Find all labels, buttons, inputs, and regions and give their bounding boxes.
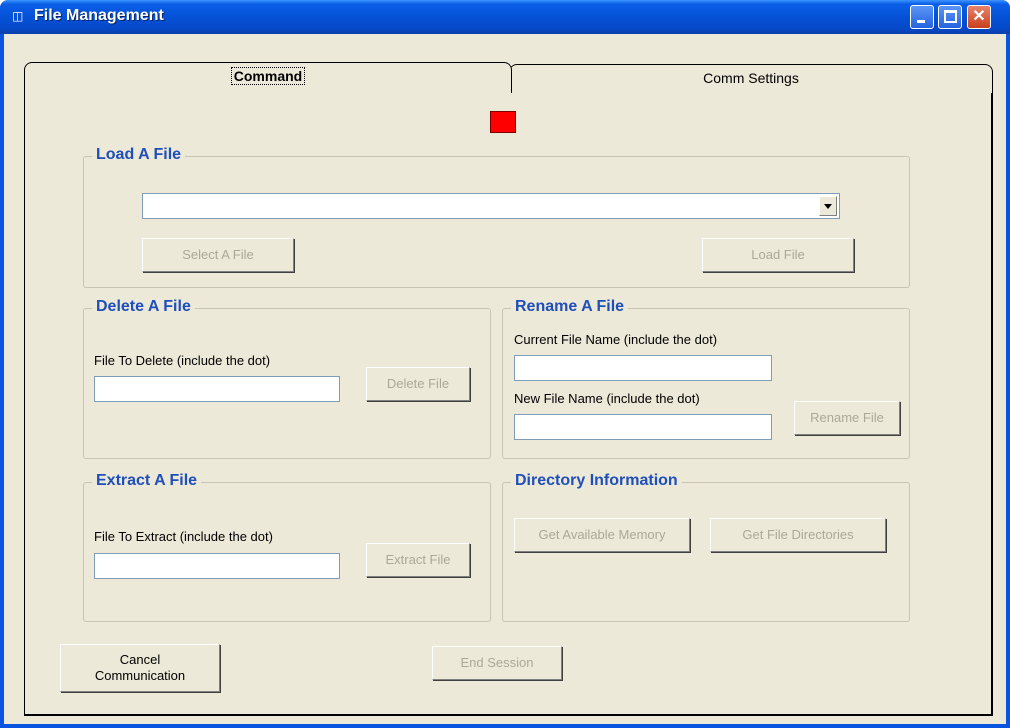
get-file-directories-label: Get File Directories bbox=[742, 527, 854, 542]
directory-info-title: Directory Information bbox=[511, 472, 682, 490]
client-area: Comm Settings Command Load A File Select… bbox=[4, 34, 1006, 724]
extract-file-field[interactable] bbox=[94, 553, 340, 579]
get-available-memory-button[interactable]: Get Available Memory bbox=[514, 518, 690, 552]
window-title: File Management bbox=[34, 7, 164, 24]
rename-file-button[interactable]: Rename File bbox=[794, 401, 900, 435]
get-file-directories-button[interactable]: Get File Directories bbox=[710, 518, 886, 552]
delete-file-field[interactable] bbox=[94, 376, 340, 402]
cancel-communication-button[interactable]: Cancel Communication bbox=[60, 644, 220, 692]
tab-comm-settings-label: Comm Settings bbox=[703, 70, 799, 86]
new-file-name-field[interactable] bbox=[514, 414, 772, 440]
dropdown-arrow-button[interactable] bbox=[819, 196, 837, 216]
minimize-icon bbox=[917, 20, 925, 23]
maximize-icon bbox=[944, 10, 957, 23]
status-indicator bbox=[490, 111, 516, 133]
extract-file-button-label: Extract File bbox=[385, 552, 451, 567]
extract-file-button[interactable]: Extract File bbox=[366, 543, 470, 577]
file-select-combo[interactable] bbox=[142, 193, 840, 219]
get-available-memory-label: Get Available Memory bbox=[538, 527, 666, 542]
select-file-button[interactable]: Select A File bbox=[142, 238, 294, 272]
directory-info-group: Directory Information bbox=[502, 472, 910, 622]
select-file-label: Select A File bbox=[182, 247, 254, 262]
load-file-label: Load File bbox=[751, 247, 805, 262]
delete-file-button-label: Delete File bbox=[386, 376, 450, 391]
extract-file-label: File To Extract (include the dot) bbox=[94, 529, 273, 544]
rename-file-title: Rename A File bbox=[511, 298, 629, 316]
chevron-down-icon bbox=[824, 204, 832, 209]
close-button[interactable]: ✕ bbox=[967, 5, 991, 29]
extract-file-title: Extract A File bbox=[92, 472, 202, 490]
new-file-name-label: New File Name (include the dot) bbox=[514, 391, 700, 406]
load-file-button[interactable]: Load File bbox=[702, 238, 854, 272]
file-management-window: ◫ File Management ✕ Comm Settings Comman… bbox=[0, 0, 1010, 728]
delete-file-title: Delete A File bbox=[92, 298, 195, 316]
end-session-button[interactable]: End Session bbox=[432, 646, 562, 680]
delete-file-label: File To Delete (include the dot) bbox=[94, 353, 271, 368]
close-icon: ✕ bbox=[972, 8, 986, 25]
minimize-button[interactable] bbox=[910, 5, 934, 29]
delete-file-button[interactable]: Delete File bbox=[366, 367, 470, 401]
cancel-communication-line2: Communication bbox=[94, 668, 186, 683]
load-file-title: Load A File bbox=[92, 146, 186, 164]
app-icon: ◫ bbox=[12, 9, 24, 23]
rename-file-button-label: Rename File bbox=[810, 410, 884, 425]
end-session-label: End Session bbox=[460, 655, 534, 670]
current-file-name-field[interactable] bbox=[514, 355, 772, 381]
tab-comm-settings[interactable]: Comm Settings bbox=[509, 64, 993, 93]
title-bar[interactable]: ◫ File Management ✕ bbox=[0, 0, 1010, 34]
current-file-name-label: Current File Name (include the dot) bbox=[514, 332, 718, 347]
maximize-button[interactable] bbox=[938, 5, 962, 29]
cancel-communication-line1: Cancel bbox=[119, 652, 161, 667]
tab-command[interactable]: Command bbox=[24, 62, 512, 93]
tab-command-label: Command bbox=[230, 67, 306, 85]
